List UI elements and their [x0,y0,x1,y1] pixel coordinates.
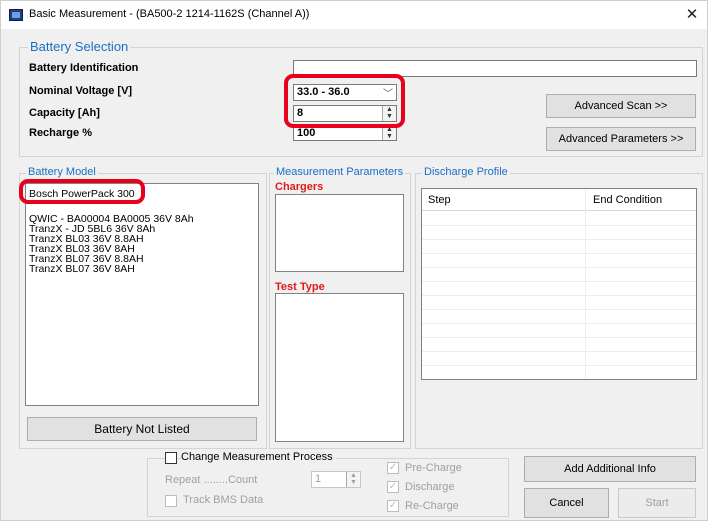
spin-arrows-icon[interactable]: ▲ ▼ [382,126,396,140]
re-charge-label: Re-Charge [405,500,459,512]
spin-arrows-icon[interactable]: ▲ ▼ [346,472,360,487]
battery-model-legend: Battery Model [26,166,98,178]
advanced-parameters-button[interactable]: Advanced Parameters >> [546,127,696,151]
spin-arrows-icon[interactable]: ▲ ▼ [382,106,396,121]
battery-selection-legend: Battery Selection [28,39,131,54]
list-item[interactable]: TranzX BL07 36V 8AH [29,263,135,275]
advanced-scan-button[interactable]: Advanced Scan >> [546,94,696,118]
list-item[interactable]: Bosch PowerPack 300 [29,188,135,200]
discharge-profile-legend: Discharge Profile [422,166,510,178]
capacity-stepper[interactable]: 8 ▲ ▼ [293,105,397,122]
repeat-count-label: Repeat ........Count [165,474,258,486]
nominal-voltage-value: 33.0 - 36.0 [297,86,350,98]
pre-charge-label: Pre-Charge [405,462,462,474]
nominal-voltage-label: Nominal Voltage [V] [29,85,133,97]
repeat-count-stepper[interactable]: 1 ▲ ▼ [311,471,361,488]
test-type-list[interactable] [275,293,404,442]
recharge-value: 100 [297,127,316,139]
discharge-checkbox[interactable]: ✓ [387,481,399,493]
battery-identification-input[interactable] [293,60,697,77]
change-process-label: Change Measurement Process [181,451,336,463]
battery-identification-label: Battery Identification [29,62,139,74]
battery-not-listed-button[interactable]: Battery Not Listed [27,417,257,441]
add-additional-info-button[interactable]: Add Additional Info [524,456,696,482]
chevron-down-icon: ﹀ [383,89,393,100]
start-button[interactable]: Start [618,488,696,518]
capacity-value: 8 [297,107,304,119]
recharge-stepper[interactable]: 100 ▲ ▼ [293,125,397,141]
discharge-label: Discharge [405,481,455,493]
nominal-voltage-select[interactable]: 33.0 - 36.0 ﹀ [293,84,397,101]
pre-charge-checkbox[interactable]: ✓ [387,462,399,474]
test-type-title: Test Type [275,281,325,293]
column-end-condition[interactable]: End Condition [593,194,662,206]
track-bms-label: Track BMS Data [183,494,264,506]
discharge-profile-grid[interactable]: Step End Condition [421,188,697,380]
capacity-label: Capacity [Ah] [29,107,100,119]
battery-model-list[interactable]: Bosch PowerPack 300 QWIC - BA00004 BA000… [25,183,259,406]
measurement-parameters-legend: Measurement Parameters [274,166,406,178]
close-icon[interactable]: ✕ [679,3,705,27]
grid-header: Step End Condition [422,189,696,211]
window-title: Basic Measurement - (BA500-2 1214-1162S … [29,8,310,20]
change-process-checkbox[interactable] [165,452,177,464]
recharge-label: Recharge % [29,127,92,139]
track-bms-checkbox[interactable] [165,495,177,507]
repeat-count-value: 1 [315,473,322,485]
chargers-title: Chargers [275,181,324,193]
chargers-list[interactable] [275,194,404,272]
cancel-button[interactable]: Cancel [524,488,609,518]
app-icon [9,9,23,21]
column-step[interactable]: Step [428,194,451,206]
basic-measurement-window: Basic Measurement - (BA500-2 1214-1162S … [0,0,708,521]
re-charge-checkbox[interactable]: ✓ [387,500,399,512]
title-bar: Basic Measurement - (BA500-2 1214-1162S … [1,1,707,29]
